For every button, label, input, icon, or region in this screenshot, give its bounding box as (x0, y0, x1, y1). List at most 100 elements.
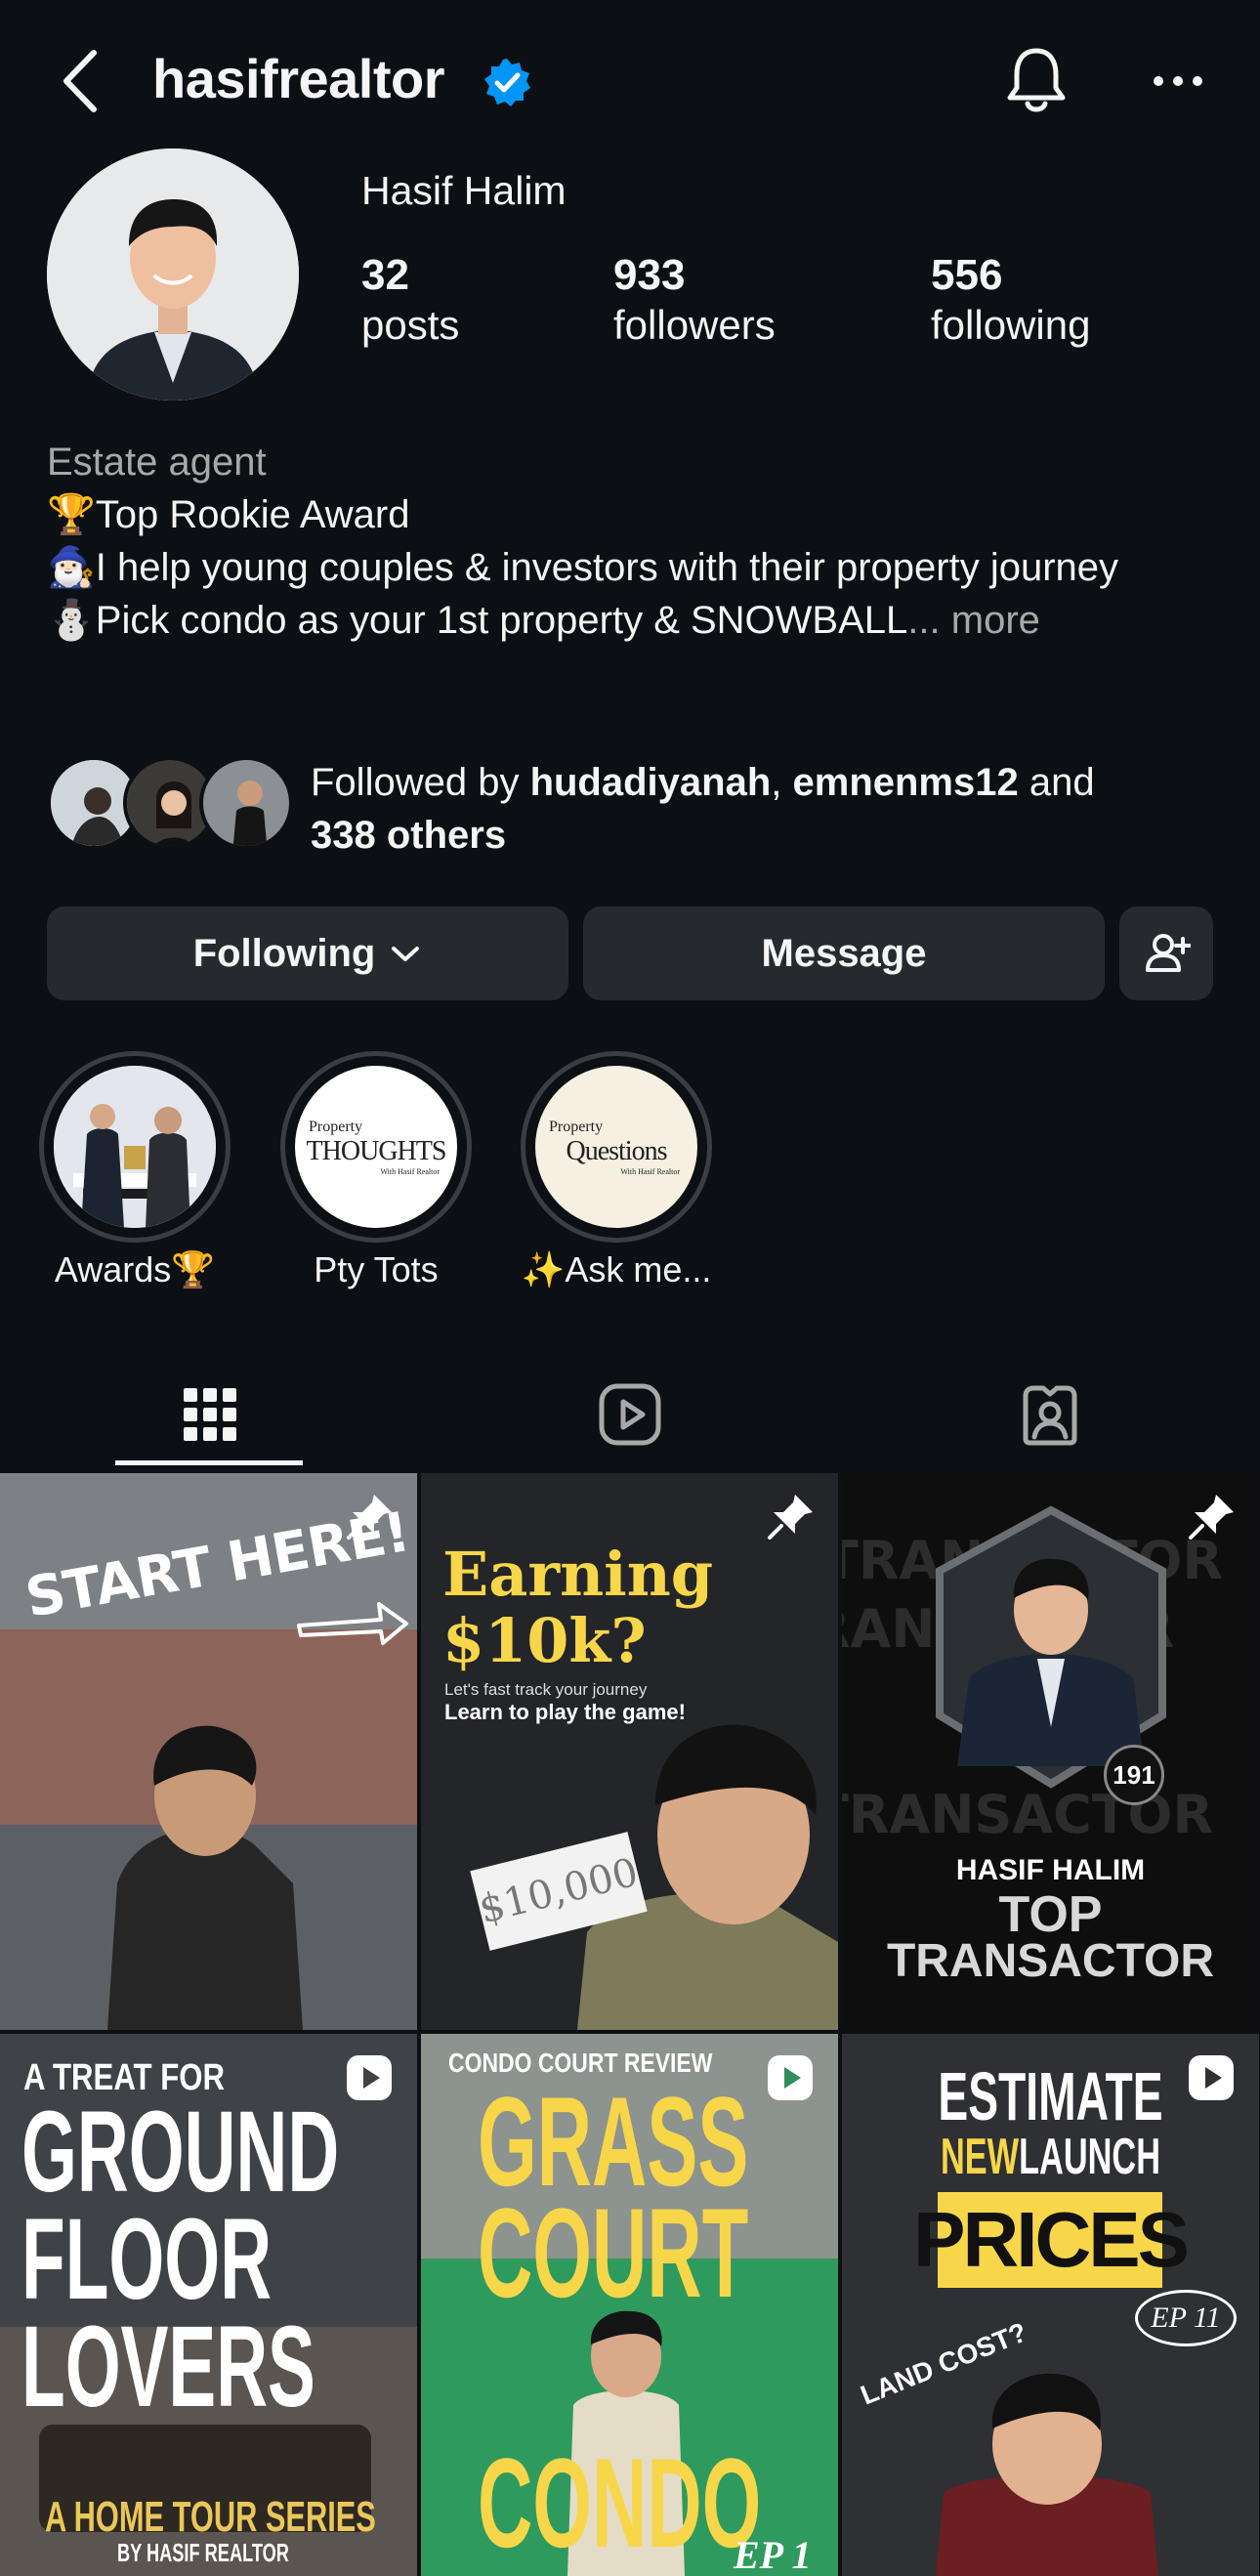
post-title: TRANSACTOR (886, 1935, 1215, 1987)
post-episode: EP 11 (1135, 2290, 1237, 2346)
highlight-cover-text: Property (549, 1118, 604, 1135)
profile-username: hasifrealtor (152, 48, 445, 109)
post-title-new: NEW (941, 2129, 1020, 2185)
notifications-button[interactable] (1004, 45, 1069, 117)
tab-posts-grid[interactable] (0, 1358, 420, 1471)
pin-icon (1189, 1495, 1234, 1540)
suggest-users-button[interactable] (1119, 907, 1213, 1000)
followers-count-value: 933 (613, 251, 686, 299)
highlight-cover-text: THOUGHTS (306, 1135, 447, 1166)
message-button[interactable]: Message (583, 907, 1105, 1000)
post-tile[interactable]: Earning $10k? Let's fast track your jour… (421, 1473, 838, 2030)
profile-avatar[interactable] (47, 148, 299, 401)
following-button[interactable]: Following (47, 907, 568, 1000)
bio-category: Estate agent (47, 441, 267, 484)
post-title: COURT (478, 2181, 749, 2324)
following-count-label: following (931, 301, 1091, 348)
tab-tagged[interactable] (840, 1358, 1260, 1471)
post-title: PRICES (913, 2192, 1190, 2288)
following-button-label: Following (192, 931, 376, 975)
profile-bio: Estate agent 🏆Top Rookie Award 🧙🏻‍♂️I he… (47, 436, 1219, 647)
display-name: Hasif Halim (361, 168, 567, 213)
bio-line-text: ⛄Pick condo as your 1st property & SNOWB… (47, 599, 908, 642)
post-tile[interactable]: A TREAT FOR GROUND FLOOR LOVERS A HOME T… (0, 2034, 417, 2576)
post-title-launch: LAUNCH (1019, 2129, 1160, 2185)
post-title: NEWLAUNCH (913, 2128, 1189, 2186)
chevron-down-icon (392, 947, 420, 961)
post-subtitle: A HOME TOUR SERIES (45, 2493, 376, 2541)
mutual-follower-avatar (199, 756, 293, 850)
active-tab-indicator (115, 1460, 303, 1465)
mutual-user-1[interactable]: hudadiyanah (530, 761, 772, 804)
reel-icon (1189, 2055, 1234, 2100)
more-dots-icon (1154, 76, 1202, 86)
verified-badge-icon (482, 57, 532, 107)
posts-count-label: posts (361, 301, 460, 348)
reel-icon (347, 2055, 392, 2100)
post-title: CONDO (478, 2431, 762, 2574)
post-subtitle: BY HASIF REALTOR (117, 2538, 289, 2567)
pin-icon (768, 1495, 813, 1540)
message-button-label: Message (761, 931, 927, 975)
post-tile[interactable]: START HERE! (0, 1473, 417, 2030)
highlight-cover-subtext: With Hasif Realtor (620, 1166, 680, 1176)
followers-count-label: followers (613, 301, 776, 348)
highlight-cover-text: Property (309, 1118, 363, 1135)
post-subtitle: Let's fast track your journey (444, 1680, 648, 1699)
arrow-right-icon (297, 1602, 408, 1645)
bell-icon (1007, 48, 1066, 112)
bio-line: 🏆Top Rookie Award (47, 493, 410, 536)
tab-reels[interactable] (420, 1358, 840, 1471)
post-number: 191 (1104, 1745, 1164, 1805)
post-subtitle: Learn to play the game! (444, 1700, 686, 1724)
post-tile[interactable]: CONDO COURT REVIEW GRASS COURT CONDO EP … (421, 2034, 838, 2576)
post-title: LOVERS (21, 2302, 315, 2431)
profile-header: hasifrealtor (0, 0, 1260, 166)
highlight-cover: Property THOUGHTS With Hasif Realtor (295, 1066, 457, 1228)
highlight-pty-tots[interactable]: Property THOUGHTS With Hasif Realtor Pty… (280, 1051, 472, 1289)
highlight-cover: Property Questions With Hasif Realtor (535, 1066, 697, 1228)
highlight-cover (54, 1066, 216, 1228)
highlight-ask-me[interactable]: Property Questions With Hasif Realtor ✨A… (521, 1051, 712, 1289)
mutual-user-2[interactable]: emnenms12 (793, 761, 1019, 804)
highlight-ring: Property THOUGHTS With Hasif Realtor (280, 1051, 472, 1243)
mutual-followers-text: Followed by hudadiyanah, emnenms12 and 33… (311, 756, 1229, 862)
reel-icon (768, 2055, 813, 2100)
following-count[interactable]: 556 following (931, 250, 1090, 349)
followed-and: and (1018, 761, 1095, 804)
more-options-button[interactable] (1153, 64, 1203, 94)
mutual-followers[interactable]: Followed by hudadiyanah, emnenms12 and 33… (47, 756, 1239, 857)
following-count-value: 556 (931, 251, 1003, 299)
bio-line: 🧙🏻‍♂️I help young couples & investors wi… (47, 546, 1119, 589)
post-title: GROUND (21, 2088, 340, 2217)
followed-prefix: Followed by (311, 761, 530, 804)
posts-count[interactable]: 32 posts (361, 250, 459, 349)
post-episode: EP 1 (734, 2533, 812, 2576)
highlight-ring (39, 1051, 231, 1243)
post-tile[interactable]: TRANSACTOR TRANSACTOR TRANSACTOR 191 HAS… (842, 1473, 1259, 2030)
back-button[interactable] (57, 47, 105, 115)
highlight-label: Pty Tots (314, 1249, 439, 1289)
back-arrow-icon (63, 50, 97, 112)
pin-icon (347, 1495, 392, 1540)
add-person-icon (1146, 934, 1191, 972)
posts-grid: START HERE! Earning $10k? Let's fast tra… (0, 1473, 1260, 2576)
post-title: Earning $10k? (442, 1539, 714, 1676)
followed-sep: , (771, 761, 793, 804)
tagged-icon (1023, 1385, 1077, 1446)
bio-line: ⛄Pick condo as your 1st property & SNOWB… (47, 594, 1219, 647)
followers-count[interactable]: 933 followers (613, 250, 776, 349)
mutual-others[interactable]: 338 others (311, 814, 506, 857)
highlight-cover-text: Questions (566, 1135, 668, 1166)
post-title: ESTIMATE (938, 2058, 1163, 2134)
highlight-ring: Property Questions With Hasif Realtor (521, 1051, 712, 1243)
highlight-awards[interactable]: Awards🏆 (39, 1051, 231, 1289)
highlight-cover-subtext: With Hasif Realtor (380, 1166, 440, 1176)
post-tile[interactable]: ESTIMATE NEWLAUNCH PRICES LAND COST? EP … (842, 2034, 1259, 2576)
reels-icon (599, 1383, 661, 1446)
bio-more-link[interactable]: more (951, 599, 1040, 642)
bio-ellipsis: ... (907, 599, 941, 642)
grid-icon (184, 1388, 236, 1441)
profile-tabs (0, 1358, 1260, 1471)
highlight-label: Awards🏆 (54, 1249, 216, 1289)
